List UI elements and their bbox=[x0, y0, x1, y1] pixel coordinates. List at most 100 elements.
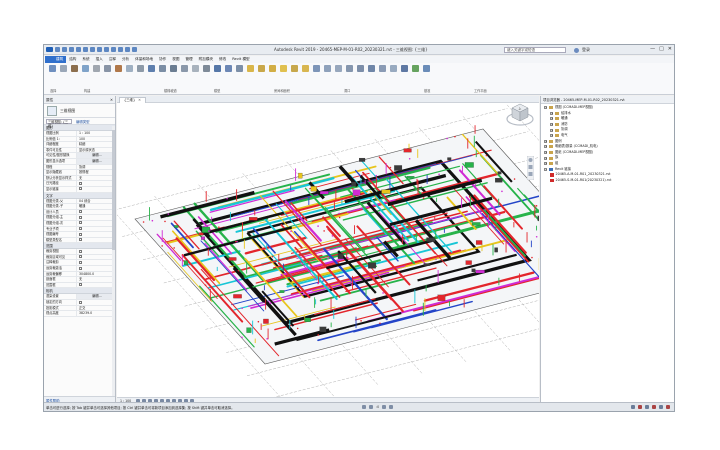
property-value[interactable]: 精细 bbox=[77, 142, 115, 147]
property-checkbox[interactable] bbox=[79, 300, 82, 304]
property-checkbox[interactable] bbox=[79, 255, 82, 259]
properties-scroll-thumb[interactable] bbox=[112, 130, 115, 250]
property-value[interactable] bbox=[77, 255, 115, 260]
design-options-icon[interactable] bbox=[369, 405, 373, 409]
component-tool-button[interactable] bbox=[92, 65, 101, 76]
zoom-icon[interactable] bbox=[528, 165, 533, 169]
curtain-system-tool-button[interactable] bbox=[147, 65, 156, 76]
property-value[interactable]: 显示原状态 bbox=[77, 148, 115, 153]
property-value[interactable]: 无 bbox=[77, 176, 115, 181]
property-checkbox[interactable] bbox=[79, 221, 82, 225]
tree-expand-toggle-icon[interactable]: + bbox=[550, 128, 553, 132]
model-group-tool-button[interactable] bbox=[235, 65, 244, 76]
property-value[interactable]: 1 : 100 bbox=[77, 131, 115, 136]
property-value[interactable] bbox=[77, 215, 115, 220]
area-tool-button[interactable] bbox=[279, 65, 288, 76]
property-checkbox[interactable] bbox=[79, 181, 82, 185]
property-value[interactable]: 100 bbox=[77, 137, 115, 142]
property-value[interactable] bbox=[77, 300, 115, 305]
by-face-tool-button[interactable] bbox=[312, 65, 321, 76]
area-boundary-tool-button[interactable] bbox=[290, 65, 299, 76]
property-value[interactable] bbox=[77, 260, 115, 265]
tree-expand-toggle-icon[interactable]: + bbox=[544, 162, 547, 166]
column-tool-button[interactable] bbox=[103, 65, 112, 76]
property-checkbox[interactable] bbox=[79, 266, 82, 270]
property-value[interactable] bbox=[77, 283, 115, 288]
level-tool-button[interactable] bbox=[367, 65, 376, 76]
floor-tool-button[interactable] bbox=[136, 65, 145, 76]
save-icon[interactable] bbox=[62, 47, 67, 52]
ribbon-tab[interactable]: 系统 bbox=[79, 56, 92, 63]
property-value[interactable] bbox=[77, 266, 115, 271]
grid-tool-button[interactable] bbox=[378, 65, 387, 76]
model-text-tool-button[interactable] bbox=[213, 65, 222, 76]
property-value[interactable]: 暖通 bbox=[77, 204, 115, 209]
vertical-tool-button[interactable] bbox=[345, 65, 354, 76]
tree-expand-toggle-icon[interactable]: − bbox=[544, 106, 547, 110]
property-value[interactable] bbox=[77, 181, 115, 186]
ribbon-tab[interactable]: 结构 bbox=[66, 56, 79, 63]
ribbon-tab[interactable]: 视图 bbox=[169, 56, 182, 63]
pan-icon[interactable] bbox=[528, 172, 533, 176]
tree-expand-toggle-icon[interactable]: + bbox=[544, 156, 547, 160]
door-tool-button[interactable] bbox=[70, 65, 79, 76]
select-links-icon[interactable] bbox=[631, 405, 635, 409]
property-value[interactable]: 协调 bbox=[77, 165, 115, 170]
tree-expand-toggle-icon[interactable]: − bbox=[544, 167, 547, 171]
ribbon-tab[interactable]: 体量和场地 bbox=[132, 56, 156, 63]
property-checkbox[interactable] bbox=[79, 283, 82, 287]
viewer-tool-button[interactable] bbox=[422, 65, 431, 76]
redo-icon[interactable] bbox=[83, 47, 88, 52]
property-checkbox[interactable] bbox=[79, 238, 82, 242]
tree-expand-toggle-icon[interactable]: + bbox=[550, 134, 553, 138]
undo-icon[interactable] bbox=[76, 47, 81, 52]
minimize-button[interactable]: — bbox=[650, 46, 655, 52]
shaft-tool-button[interactable] bbox=[323, 65, 332, 76]
worksets-icon[interactable] bbox=[362, 405, 366, 409]
property-value[interactable] bbox=[77, 187, 115, 192]
property-checkbox[interactable] bbox=[79, 215, 82, 219]
property-value[interactable]: 38239.0 bbox=[77, 311, 115, 316]
ribbon-tab[interactable]: 协作 bbox=[156, 56, 169, 63]
user-sign-in[interactable]: 登录 bbox=[574, 47, 590, 53]
property-edit-button[interactable]: 编辑... bbox=[77, 153, 115, 158]
property-checkbox[interactable] bbox=[79, 210, 82, 214]
model-line-tool-button[interactable] bbox=[224, 65, 233, 76]
close-button[interactable]: ✕ bbox=[668, 46, 672, 52]
maximize-button[interactable]: □ bbox=[659, 46, 664, 52]
tag-area-tool-button[interactable] bbox=[301, 65, 310, 76]
ribbon-tab[interactable]: 管理 bbox=[182, 56, 195, 63]
3d-viewport[interactable]: {三维} ✕ 上 1 : 100 bbox=[117, 96, 539, 404]
customize-qat-icon[interactable] bbox=[132, 47, 137, 52]
type-selector[interactable]: 三维视图 bbox=[44, 104, 115, 118]
set-tool-button[interactable] bbox=[389, 65, 398, 76]
property-value[interactable] bbox=[77, 249, 115, 254]
section-icon[interactable] bbox=[118, 47, 123, 52]
properties-filter-dropdown[interactable]: 三维视图: {三维} bbox=[46, 118, 72, 128]
property-value[interactable] bbox=[77, 227, 115, 232]
open-icon[interactable] bbox=[55, 47, 60, 52]
roof-tool-button[interactable] bbox=[114, 65, 123, 76]
print-icon[interactable] bbox=[90, 47, 95, 52]
view-tab-close-icon[interactable]: ✕ bbox=[138, 98, 141, 102]
property-value[interactable]: 无 bbox=[77, 277, 115, 282]
main-model-icon[interactable] bbox=[382, 405, 387, 409]
navigation-bar[interactable] bbox=[527, 156, 534, 180]
property-value[interactable]: 304800.0 bbox=[77, 272, 115, 277]
close-hidden-icon[interactable] bbox=[125, 47, 130, 52]
viewcube[interactable]: 上 bbox=[506, 101, 534, 127]
select-underlay-icon[interactable] bbox=[638, 405, 642, 409]
property-checkbox[interactable] bbox=[79, 232, 82, 236]
property-value[interactable] bbox=[77, 232, 115, 237]
property-value[interactable] bbox=[77, 238, 115, 243]
select-pinned-icon[interactable] bbox=[645, 405, 649, 409]
room-tool-button[interactable] bbox=[246, 65, 255, 76]
window-tool-button[interactable] bbox=[81, 65, 90, 76]
property-checkbox[interactable] bbox=[79, 260, 82, 264]
ribbon-tab[interactable]: 分析 bbox=[119, 56, 132, 63]
railing-tool-button[interactable] bbox=[180, 65, 189, 76]
revit-logo-icon[interactable] bbox=[46, 47, 53, 52]
property-value[interactable] bbox=[77, 210, 115, 215]
property-value[interactable]: 按规程 bbox=[77, 170, 115, 175]
help-search-input[interactable]: 键入关键字或短语 bbox=[504, 47, 566, 53]
